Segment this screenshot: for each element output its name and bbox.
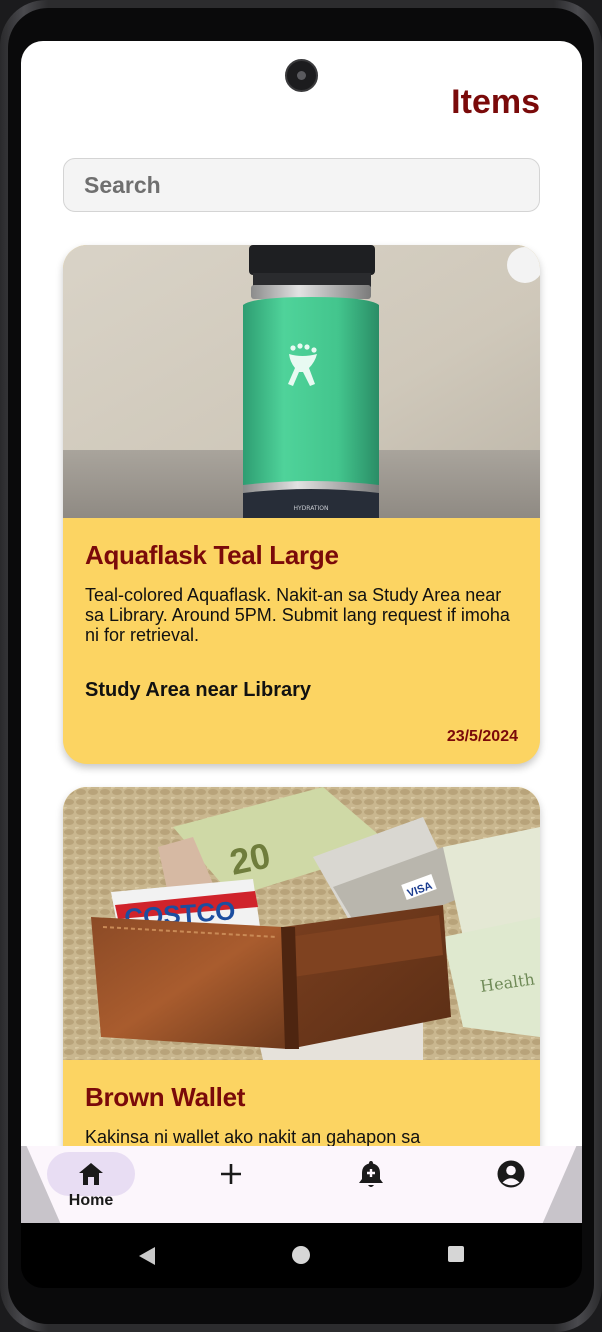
item-description: Kakinsa ni wallet ako nakit an gahapon s…	[85, 1127, 421, 1147]
svg-text:HYDRATION: HYDRATION	[293, 505, 328, 512]
back-icon[interactable]	[137, 1245, 157, 1267]
home-icon	[79, 1163, 103, 1185]
nav-home[interactable]: Home	[46, 1152, 136, 1218]
nav-home-label: Home	[68, 1192, 114, 1209]
app-screen: Items Search HYDRATION Aquaflask Teal La…	[21, 41, 582, 1223]
bell-plus-icon	[359, 1161, 383, 1187]
item-card-body: Brown Wallet Kakinsa ni wallet ako nakit…	[63, 1060, 540, 1147]
nav-notifications[interactable]	[326, 1152, 416, 1218]
search-input[interactable]	[63, 158, 540, 212]
nav-profile[interactable]	[466, 1152, 556, 1218]
nav-active-indicator	[47, 1152, 135, 1196]
item-image: 20 VISA Health COSTCO	[63, 787, 540, 1060]
brown-wallet-photo: 20 VISA Health COSTCO	[63, 787, 540, 1060]
item-description: Teal-colored Aquaflask. Nakit-an sa Stud…	[85, 585, 510, 645]
item-image: HYDRATION	[63, 245, 540, 518]
front-camera	[285, 59, 318, 92]
item-location: Study Area near Library	[85, 679, 312, 701]
nav-add[interactable]	[186, 1152, 276, 1218]
home-circle-icon[interactable]	[291, 1245, 311, 1265]
item-title: Brown Wallet	[85, 1082, 246, 1112]
item-card-body: Aquaflask Teal Large Teal-colored Aquafl…	[63, 518, 540, 745]
recents-square-icon[interactable]	[447, 1245, 465, 1263]
teal-water-bottle-photo: HYDRATION	[63, 245, 540, 518]
system-navigation-bar	[21, 1223, 582, 1288]
svg-text:20: 20	[226, 834, 274, 882]
plus-icon	[221, 1164, 241, 1184]
page-title: Items	[451, 83, 540, 121]
bottom-navigation: Home	[21, 1146, 582, 1223]
item-title: Aquaflask Teal Large	[85, 540, 339, 570]
account-circle-icon	[497, 1160, 525, 1188]
item-card[interactable]: HYDRATION Aquaflask Teal Large Teal-colo…	[63, 245, 540, 764]
item-date: 23/5/2024	[446, 728, 518, 745]
